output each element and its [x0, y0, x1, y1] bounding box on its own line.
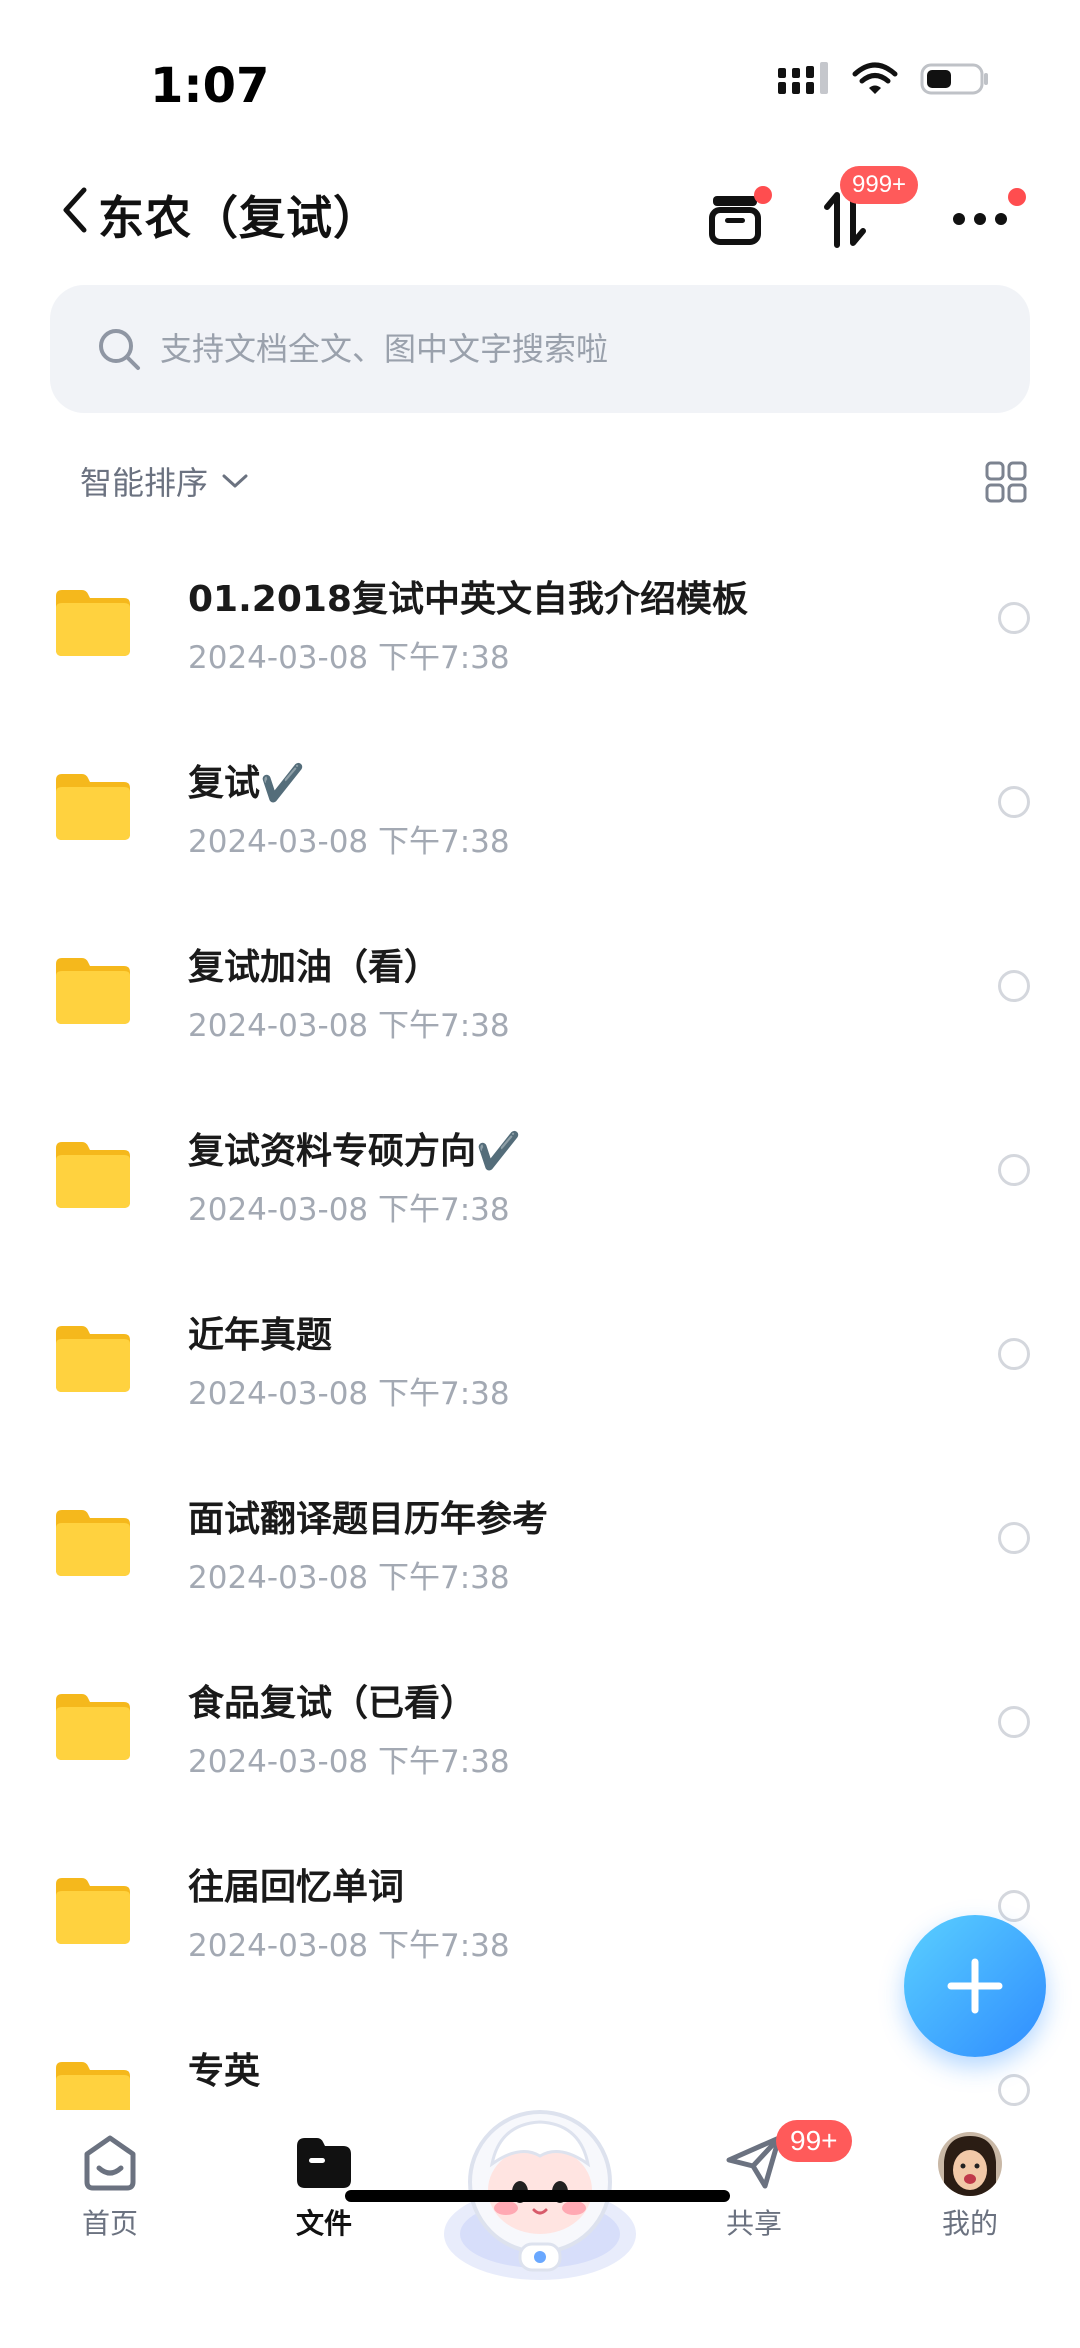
- inbox-red-dot: [754, 186, 772, 204]
- file-date: 2024-03-08 下午7:38: [188, 824, 510, 860]
- list-item[interactable]: 复试资料专硕方向✔️ 2024-03-08 下午7:38: [0, 1092, 1080, 1276]
- sort-row: 智能排序: [0, 448, 1080, 518]
- search-input[interactable]: [160, 330, 960, 368]
- home-icon: [84, 2135, 136, 2191]
- folder-icon: [56, 1142, 130, 1208]
- select-checkbox[interactable]: [998, 1522, 1030, 1554]
- file-name: 往届回忆单词: [188, 1867, 405, 1908]
- status-icons: [778, 62, 990, 96]
- tab-mine-label: 我的: [941, 2207, 998, 2240]
- plus-icon: [947, 1958, 1003, 2014]
- file-name: 复试资料专硕方向✔️: [188, 1131, 521, 1172]
- add-button[interactable]: [904, 1915, 1046, 2057]
- files-folder-icon: [297, 2138, 351, 2188]
- mascot-avatar-icon: [444, 2110, 636, 2280]
- home-indicator: [345, 2190, 730, 2202]
- list-item[interactable]: 复试✔️ 2024-03-08 下午7:38: [0, 724, 1080, 908]
- chevron-down-icon: [222, 474, 248, 488]
- file-date: 2024-03-08 下午7:38: [188, 1744, 510, 1780]
- select-checkbox[interactable]: [998, 1154, 1030, 1186]
- file-date: 2024-03-08 下午7:38: [188, 1376, 510, 1412]
- sort-label: 智能排序: [80, 464, 209, 502]
- file-name: 复试✔️: [188, 763, 305, 804]
- file-list: 01.2018复试中英文自我介绍模板 2024-03-08 下午7:38 复试✔…: [0, 540, 1080, 2110]
- wifi-icon: [852, 62, 898, 94]
- cellular-signal-icon: [778, 62, 828, 94]
- file-name: 近年真题: [188, 1315, 333, 1356]
- page-title: 东农（复试）: [98, 191, 380, 245]
- folder-icon: [56, 774, 130, 840]
- search-icon: [99, 329, 140, 370]
- select-checkbox[interactable]: [998, 1338, 1030, 1370]
- folder-icon: [56, 958, 130, 1024]
- file-date: 2024-03-08 下午7:38: [188, 1928, 510, 1964]
- search-bar[interactable]: [50, 285, 1030, 413]
- tab-home-label: 首页: [81, 2207, 138, 2240]
- more-dots-icon: [953, 213, 1007, 225]
- more-red-dot: [1008, 188, 1026, 206]
- grid-view-icon[interactable]: [984, 460, 1028, 504]
- nav-bar: 东农（复试） 999+: [0, 160, 1080, 260]
- list-item[interactable]: 食品复试（已看） 2024-03-08 下午7:38: [0, 1644, 1080, 1828]
- file-date: 2024-03-08 下午7:38: [188, 1560, 510, 1596]
- more-button[interactable]: [940, 184, 1026, 254]
- transfer-button[interactable]: 999+: [810, 166, 919, 254]
- folder-icon: [56, 1510, 130, 1576]
- user-avatar-icon: [938, 2132, 1002, 2196]
- file-name: 食品复试（已看）: [188, 1683, 477, 1724]
- list-item[interactable]: 近年真题 2024-03-08 下午7:38: [0, 1276, 1080, 1460]
- list-item[interactable]: 01.2018复试中英文自我介绍模板 2024-03-08 下午7:38: [0, 540, 1080, 724]
- file-name: 复试加油（看）: [188, 947, 441, 988]
- status-time: 1:07: [150, 58, 270, 114]
- select-checkbox[interactable]: [998, 1890, 1030, 1922]
- sort-dropdown[interactable]: 智能排序: [80, 458, 248, 504]
- file-date: 2024-03-08 下午7:38: [188, 640, 510, 676]
- file-name: 专英: [188, 2051, 261, 2092]
- list-item[interactable]: 复试加油（看） 2024-03-08 下午7:38: [0, 908, 1080, 1092]
- folder-icon: [56, 1326, 130, 1392]
- transfer-badge: 999+: [840, 166, 919, 204]
- back-chevron-icon[interactable]: [56, 182, 96, 238]
- file-date: 2024-03-08 下午7:38: [188, 1008, 510, 1044]
- folder-icon: [56, 590, 130, 656]
- file-name: 01.2018复试中英文自我介绍模板: [188, 579, 748, 620]
- folder-icon: [56, 1878, 130, 1944]
- tab-bar: 首页 文件 共享 99+ 我的: [0, 2110, 1080, 2348]
- file-date: 2024-03-08 下午7:38: [188, 1192, 510, 1228]
- tab-home[interactable]: 首页: [40, 2132, 180, 2252]
- tab-mine[interactable]: 我的: [900, 2132, 1040, 2252]
- tab-share-label: 共享: [725, 2207, 782, 2240]
- select-checkbox[interactable]: [998, 786, 1030, 818]
- status-bar: 1:07: [0, 0, 1080, 150]
- select-checkbox[interactable]: [998, 2074, 1030, 2106]
- select-checkbox[interactable]: [998, 602, 1030, 634]
- nav-actions: 999+: [700, 166, 1040, 260]
- file-name: 面试翻译题目历年参考: [188, 1499, 549, 1540]
- inbox-button[interactable]: [700, 184, 772, 254]
- battery-icon: [920, 63, 988, 95]
- tab-files-label: 文件: [295, 2207, 352, 2240]
- folder-icon: [56, 1694, 130, 1760]
- folder-icon: [56, 2062, 130, 2110]
- list-item[interactable]: 面试翻译题目历年参考 2024-03-08 下午7:38: [0, 1460, 1080, 1644]
- select-checkbox[interactable]: [998, 1706, 1030, 1738]
- assistant-mascot-button[interactable]: [440, 2084, 640, 2284]
- select-checkbox[interactable]: [998, 970, 1030, 1002]
- share-badge: 99+: [776, 2120, 852, 2162]
